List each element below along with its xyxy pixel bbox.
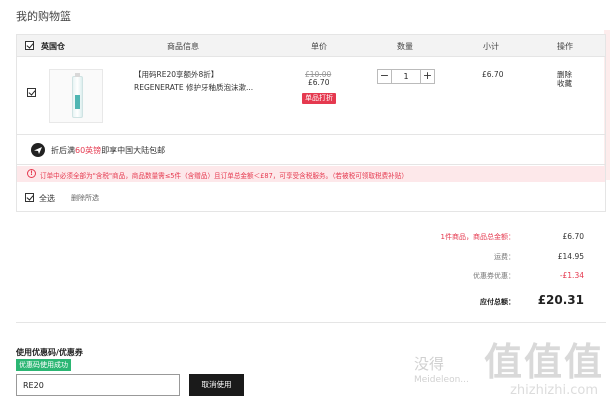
page-title: 我的购物篮 xyxy=(16,10,71,23)
items-total-value: £6.70 xyxy=(562,232,584,241)
shipping-promo-row: 折后满60英镑即享中国大陆包邮 xyxy=(17,135,605,165)
product-name[interactable]: REGENERATE 修护牙釉质泡沫漱... xyxy=(134,82,253,93)
product-bottle-icon xyxy=(72,73,83,118)
cancel-coupon-button[interactable]: 取消使用 xyxy=(189,374,244,396)
cart-table: 英国仓 商品信息 单价 数量 小计 操作 【用码RE20享额外8折】 REGEN… xyxy=(16,34,606,212)
shipping-threshold: 60英镑 xyxy=(75,146,102,155)
item-subtotal: £6.70 xyxy=(482,70,504,79)
delete-selected-link[interactable]: 删除所选 xyxy=(71,193,99,203)
product-image[interactable] xyxy=(49,69,103,123)
item-checkbox[interactable] xyxy=(27,88,36,97)
unit-price: £6.70 xyxy=(308,78,330,87)
info-icon: ! xyxy=(27,169,36,178)
cart-header: 英国仓 商品信息 单价 数量 小计 操作 xyxy=(17,35,605,57)
favorite-link[interactable]: 收藏 xyxy=(557,78,572,89)
section-divider xyxy=(16,322,606,323)
shipping-promo-text: 折后满60英镑即享中国大陆包邮 xyxy=(51,146,166,155)
coupon-status-badge: 优惠码使用成功 xyxy=(16,359,71,371)
select-all-label[interactable]: 全选 xyxy=(39,193,55,204)
quantity-stepper: − + xyxy=(377,69,435,84)
actions-header: 操作 xyxy=(557,42,573,51)
grand-total-value: £20.31 xyxy=(537,293,584,307)
watermark: 值值值 没得 Meideleon... zhizhizhi.com xyxy=(414,340,604,398)
select-all-checkbox[interactable] xyxy=(25,193,34,202)
tax-notice-text: 订单中必须全部为"含税"商品，商品数量需≤5件（含赠品）且订单总金额＜£87，可… xyxy=(40,172,408,180)
product-name-promo[interactable]: 【用码RE20享额外8折】 xyxy=(134,69,218,80)
subtotal-header: 小计 xyxy=(483,42,499,51)
coupon-label: 使用优惠码/优惠券 xyxy=(16,348,83,357)
coupon-code-input[interactable] xyxy=(16,374,180,396)
coupon-discount-label: 优惠券优惠： xyxy=(473,272,515,280)
shipping-fee-label: 运费： xyxy=(494,253,515,261)
unit-price-header: 单价 xyxy=(311,42,327,51)
warehouse-label: 英国仓 xyxy=(41,42,65,51)
quantity-increase-button[interactable]: + xyxy=(420,70,434,83)
items-total-label: 1件商品，商品总金额： xyxy=(440,233,515,241)
tax-notice: ! 订单中必须全部为"含税"商品，商品数量需≤5件（含赠品）且订单总金额＜£87… xyxy=(17,166,605,182)
product-info-header: 商品信息 xyxy=(167,42,199,51)
quantity-decrease-button[interactable]: − xyxy=(378,70,392,83)
airplane-icon xyxy=(31,143,45,157)
quantity-header: 数量 xyxy=(397,42,413,51)
quantity-input[interactable] xyxy=(393,70,419,83)
promo-badge: 单品打折 xyxy=(302,93,336,104)
cart-item-row: 【用码RE20享额外8折】 REGENERATE 修护牙釉质泡沫漱... £10… xyxy=(17,57,605,135)
grand-total-label: 应付总额： xyxy=(480,298,515,306)
shipping-fee-value: £14.95 xyxy=(557,252,584,261)
coupon-discount-value: -£1.34 xyxy=(559,271,584,280)
warehouse-checkbox[interactable] xyxy=(25,41,34,50)
select-all-row: 全选 删除所选 xyxy=(17,182,605,212)
